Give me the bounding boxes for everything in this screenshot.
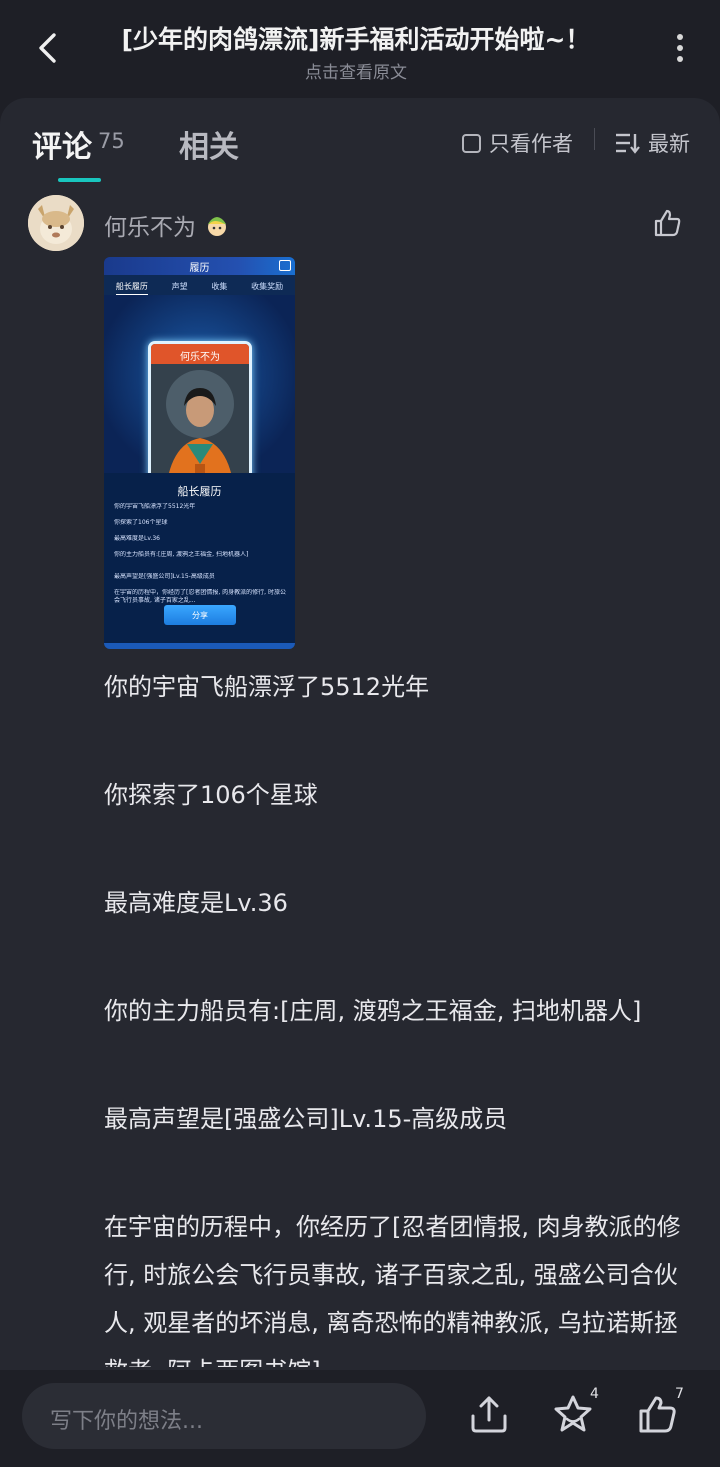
record-line: 最高声望是[强盛公司]Lv.15-高级成员: [114, 573, 215, 580]
comment-paragraph: 你的宇宙飞船漂浮了5512光年: [104, 673, 430, 701]
screenshot-tab: 收集: [211, 282, 228, 291]
record-line: 在宇宙的历程中，你经历了[忍者团情报, 肉身教派的修行, 时旅公会飞行员事故, …: [114, 589, 286, 604]
bottom-action-bar: 写下你的想法... 4 7: [0, 1370, 720, 1467]
comment-paragraph: 你探索了106个星球: [104, 781, 318, 809]
attached-screenshot[interactable]: 履历 船长履历 声望 收集 收集奖励 何乐不为 船长履历 你的宇宙飞船漂浮了55…: [104, 257, 295, 649]
favorite-star-icon[interactable]: [553, 1394, 593, 1434]
screenshot-header: 履历: [104, 257, 295, 275]
comments-panel: 评论 75 相关 只看作者 最新 何乐不为 履历 船长履历 声望 收集 收集奖励…: [0, 98, 720, 1467]
tab-related[interactable]: 相关: [179, 122, 239, 166]
favorite-count: 4: [590, 1386, 599, 1402]
sort-label: 最新: [648, 132, 690, 156]
avatar[interactable]: [28, 195, 84, 251]
view-original-link[interactable]: 点击查看原文: [96, 58, 616, 83]
share-icon[interactable]: [469, 1394, 509, 1434]
record-line: 你探索了106个星球: [114, 519, 168, 526]
comment-paragraph: 最高声望是[强盛公司]Lv.15-高级成员: [104, 1105, 508, 1133]
author-only-toggle[interactable]: 只看作者: [462, 128, 573, 158]
comment-paragraph: 你的主力船员有:[庄周, 渡鸦之王福金, 扫地机器人]: [104, 997, 642, 1025]
record-heading: 船长履历: [177, 485, 222, 498]
record-line: 你的主力船员有:[庄周, 渡鸦之王福金, 扫地机器人]: [114, 551, 249, 558]
sort-latest-button[interactable]: 最新: [614, 128, 690, 158]
screenshot-footer: [104, 643, 295, 649]
username-text: 何乐不为: [104, 215, 196, 241]
character-card-area: 何乐不为: [104, 295, 295, 501]
screenshot-tab: 收集奖励: [251, 282, 284, 291]
post-title[interactable]: [少年的肉鸽漂流]新手福利活动开始啦~！: [96, 20, 616, 56]
checkbox-icon[interactable]: [462, 133, 481, 153]
record-line: 你的宇宙飞船漂浮了5512光年: [114, 503, 196, 510]
thumbs-up-icon[interactable]: [652, 208, 682, 238]
more-options-icon[interactable]: [676, 34, 684, 64]
exit-icon: [279, 260, 291, 271]
user-badge-icon: [208, 217, 226, 236]
like-count: 7: [675, 1386, 684, 1402]
share-button: 分享: [164, 605, 236, 625]
screenshot-tab: 声望: [171, 282, 188, 291]
captain-record: 船长履历 你的宇宙飞船漂浮了5512光年 你探索了106个星球 最高难度是Lv.…: [104, 473, 295, 643]
avatar-image: [28, 195, 84, 251]
tab-comments[interactable]: 评论: [32, 122, 92, 166]
comment-username[interactable]: 何乐不为: [104, 208, 230, 242]
sort-icon: [616, 133, 640, 154]
comment-paragraph: 最高难度是Lv.36: [104, 889, 288, 917]
divider: [594, 128, 595, 150]
screenshot-tab: 船长履历: [115, 277, 148, 295]
back-arrow-icon[interactable]: [30, 30, 66, 66]
screenshot-header-title: 履历: [189, 263, 210, 274]
record-line: 最高难度是Lv.36: [114, 535, 160, 542]
like-icon[interactable]: [637, 1394, 677, 1434]
active-tab-indicator: [58, 178, 101, 182]
character-card-name: 何乐不为: [151, 344, 249, 364]
screenshot-tabs: 船长履历 声望 收集 收集奖励: [104, 277, 295, 295]
comment-input[interactable]: 写下你的想法...: [22, 1383, 426, 1449]
comment-paragraph: 在宇宙的历程中，你经历了[忍者团情报, 肉身教派的修行, 时旅公会飞行员事故, …: [104, 1213, 681, 1367]
tab-bar: 评论 75 相关 只看作者 最新: [0, 98, 720, 188]
top-bar: [少年的肉鸽漂流]新手福利活动开始啦~！ 点击查看原文: [0, 0, 720, 100]
author-only-label: 只看作者: [489, 132, 573, 156]
comment-count: 75: [98, 129, 125, 153]
